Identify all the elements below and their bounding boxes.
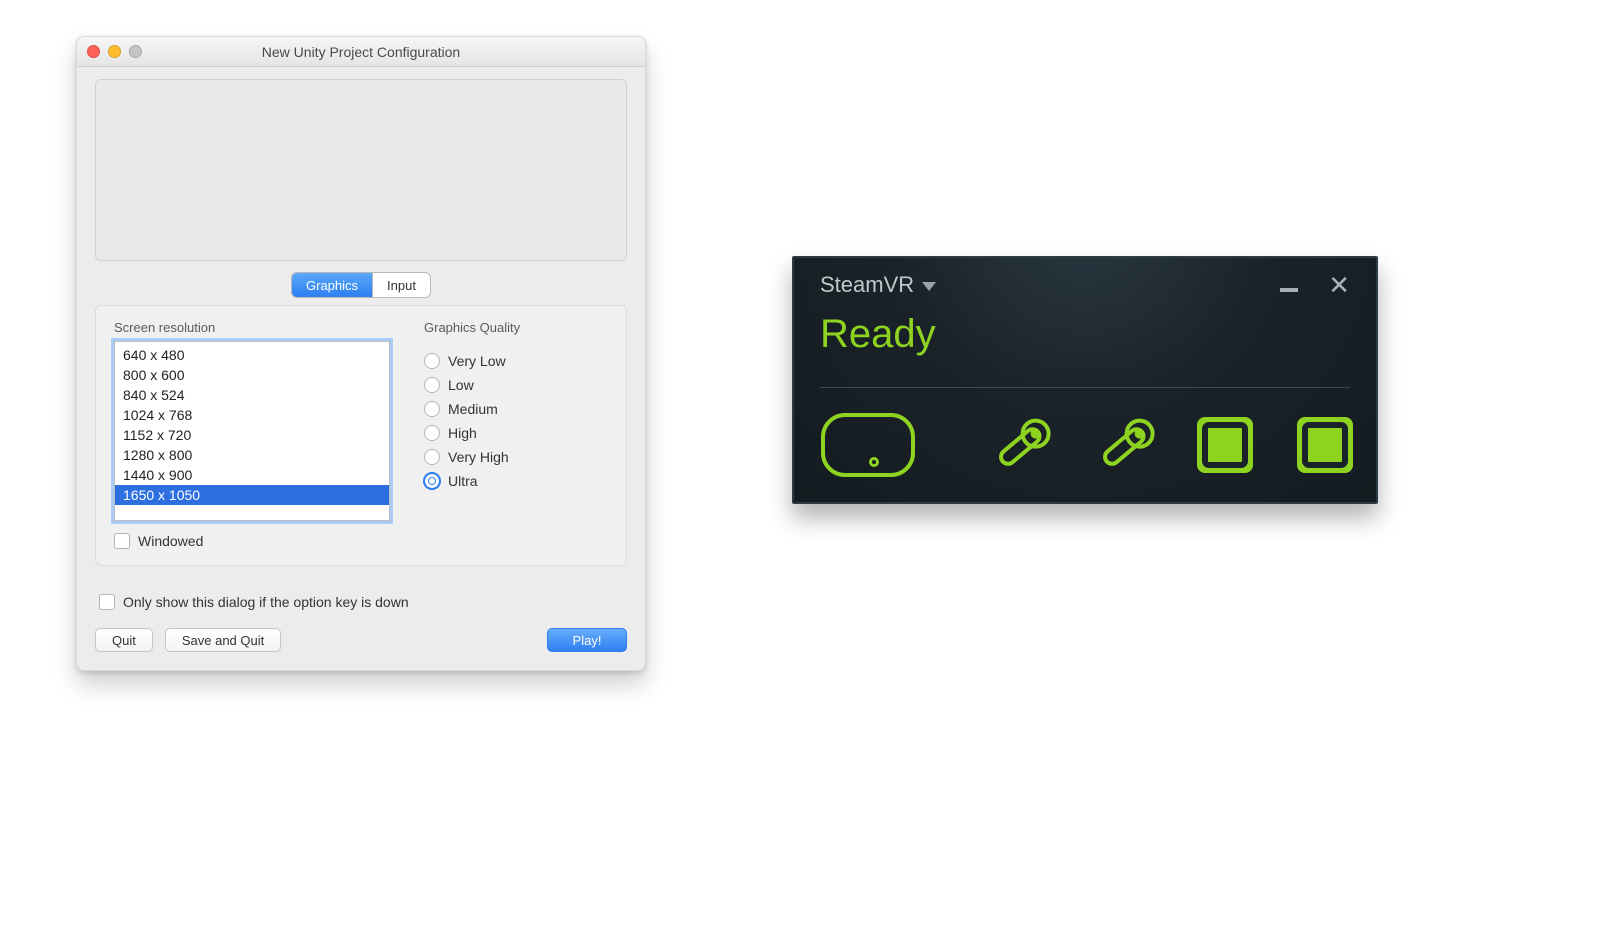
minimize-icon[interactable] — [1280, 288, 1298, 292]
steamvr-title: SteamVR — [820, 272, 914, 298]
quality-option-label: Very Low — [448, 353, 506, 369]
quit-button[interactable]: Quit — [95, 628, 153, 652]
divider — [820, 387, 1350, 388]
dialog-button-row: Quit Save and Quit Play! — [95, 628, 627, 652]
radio-icon — [424, 473, 440, 489]
quality-option-label: High — [448, 425, 477, 441]
quality-option[interactable]: Very High — [424, 445, 608, 469]
radio-icon — [424, 353, 440, 369]
device-row — [820, 410, 1350, 480]
only-show-dialog-label: Only show this dialog if the option key … — [123, 594, 409, 610]
quality-option-label: Low — [448, 377, 474, 393]
quality-option-label: Ultra — [448, 473, 478, 489]
radio-icon — [424, 449, 440, 465]
resolution-option[interactable]: 640 x 480 — [115, 345, 389, 365]
preview-banner — [95, 79, 627, 261]
titlebar[interactable]: New Unity Project Configuration — [77, 37, 645, 67]
graphics-quality-label: Graphics Quality — [424, 320, 608, 335]
quality-option[interactable]: Ultra — [424, 469, 608, 493]
resolution-option[interactable]: 1024 x 768 — [115, 405, 389, 425]
radio-icon — [424, 401, 440, 417]
save-and-quit-button[interactable]: Save and Quit — [165, 628, 281, 652]
resolution-option[interactable]: 840 x 524 — [115, 385, 389, 405]
close-window-icon[interactable] — [87, 45, 100, 58]
hmd-icon — [820, 412, 916, 478]
radio-icon — [424, 425, 440, 441]
quality-option[interactable]: Very Low — [424, 349, 608, 373]
close-icon[interactable]: ✕ — [1328, 272, 1350, 298]
only-show-dialog-checkbox[interactable] — [99, 594, 115, 610]
play-button[interactable]: Play! — [547, 628, 627, 652]
steamvr-status: Ready — [820, 312, 1350, 357]
quality-option-label: Very High — [448, 449, 509, 465]
quality-option[interactable]: Medium — [424, 397, 608, 421]
steamvr-panel: SteamVR ✕ Ready — [792, 256, 1378, 504]
resolution-option[interactable]: 1280 x 800 — [115, 445, 389, 465]
tab-input[interactable]: Input — [372, 273, 430, 297]
tab-graphics[interactable]: Graphics — [292, 273, 372, 297]
resolution-listbox[interactable]: 640 x 480800 x 600840 x 5241024 x 768115… — [114, 341, 390, 521]
screen-resolution-label: Screen resolution — [114, 320, 390, 335]
quality-radio-group: Very Low Low Medium High Very High Ultra — [424, 349, 608, 493]
resolution-option[interactable]: 1650 x 1050 — [115, 485, 389, 505]
steamvr-header: SteamVR ✕ — [820, 272, 1350, 298]
minimize-window-icon[interactable] — [108, 45, 121, 58]
zoom-window-icon — [129, 45, 142, 58]
windowed-checkbox[interactable] — [114, 533, 130, 549]
controller-icon — [984, 410, 1054, 480]
radio-icon — [424, 377, 440, 393]
tab-bar: Graphics Input — [95, 273, 627, 297]
quality-option-label: Medium — [448, 401, 498, 417]
base-station-icon — [1192, 412, 1258, 478]
traffic-lights — [87, 45, 142, 58]
unity-config-window: New Unity Project Configuration Graphics… — [76, 36, 646, 671]
window-title: New Unity Project Configuration — [77, 44, 645, 60]
unity-body: Graphics Input Screen resolution 640 x 4… — [77, 67, 645, 670]
graphics-settings-panel: Screen resolution 640 x 480800 x 600840 … — [95, 305, 627, 566]
resolution-option[interactable]: 800 x 600 — [115, 365, 389, 385]
base-station-icon — [1292, 412, 1358, 478]
controller-icon — [1088, 410, 1158, 480]
resolution-option[interactable]: 1440 x 900 — [115, 465, 389, 485]
quality-option[interactable]: High — [424, 421, 608, 445]
resolution-option[interactable]: 1152 x 720 — [115, 425, 389, 445]
quality-option[interactable]: Low — [424, 373, 608, 397]
windowed-label: Windowed — [138, 533, 203, 549]
chevron-down-icon[interactable] — [922, 282, 936, 291]
